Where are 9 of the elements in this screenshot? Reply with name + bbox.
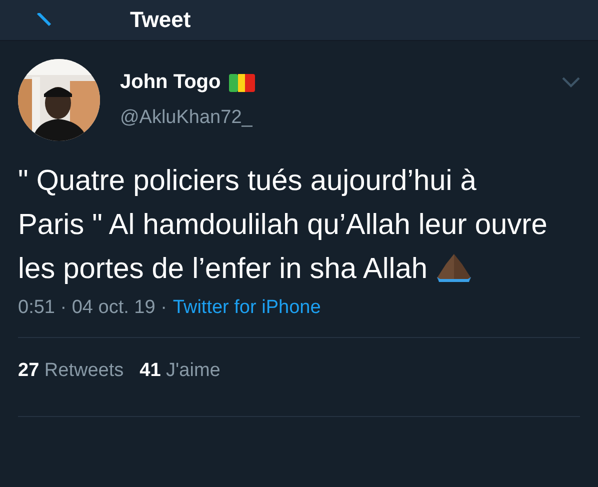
tweet-timestamp: 0:51 · 04 oct. 19 · <box>18 297 167 319</box>
source-link[interactable]: Twitter for iPhone <box>172 297 321 319</box>
flag-icon <box>228 74 255 92</box>
stat-count[interactable]: 27 Retweets <box>18 360 124 382</box>
tweet-text: " Quatre policiers tués aujourd’hui à Paris " Al hamdoulilah qu’Allah leur ouvre les portes de l’enfer in sha Allah <box>18 164 548 287</box>
author-name[interactable]: John Togo <box>120 71 221 94</box>
author-handle[interactable]: @AkluKhan72_ <box>120 107 255 129</box>
stat-count[interactable]: 41 J'aime <box>140 360 220 382</box>
page-title: Tweet <box>130 7 191 33</box>
